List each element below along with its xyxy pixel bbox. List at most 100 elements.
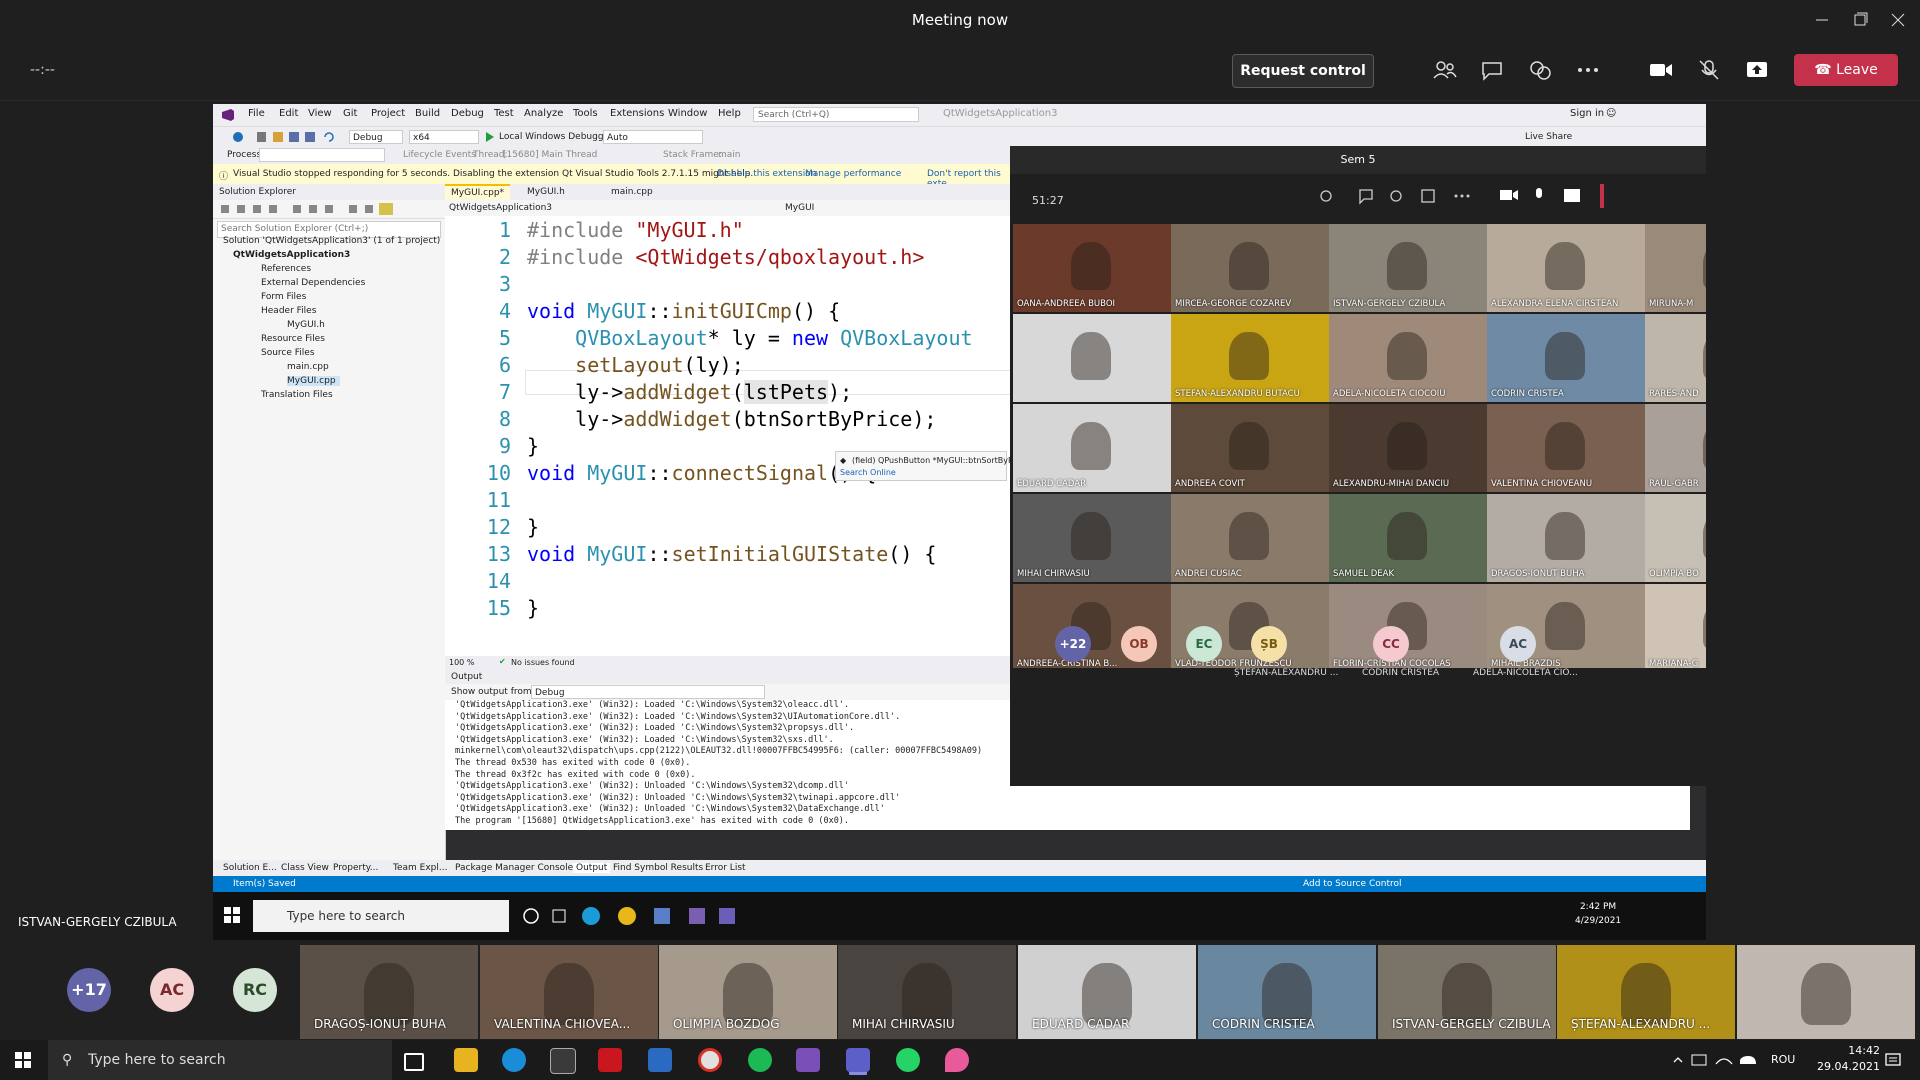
tab-error-list[interactable]: Error List: [705, 863, 746, 873]
tree-mygui-cpp[interactable]: MyGUI.cpp: [287, 376, 340, 386]
menu-test[interactable]: Test: [494, 108, 514, 119]
strip-video-tile[interactable]: OLIMPIA BOZDOG: [659, 945, 837, 1039]
solution-toolbar-icons[interactable]: [213, 200, 413, 218]
code-editor[interactable]: 1 2 3 4 5 6 7 8 9 10 11 12 13 14 15 #inc…: [445, 216, 1013, 656]
nav-project-select[interactable]: QtWidgetsApplication3: [449, 203, 552, 213]
visual-studio-icon[interactable]: [796, 1048, 820, 1072]
tab-solution-explorer[interactable]: Solution E...: [223, 863, 277, 873]
video-tile[interactable]: [1013, 314, 1171, 402]
video-tile[interactable]: EDUARD CADAR: [1013, 404, 1171, 492]
video-tile[interactable]: MIRUNA-M: [1645, 224, 1706, 312]
strip-video-tile[interactable]: CODRIN CRISTEA: [1198, 945, 1376, 1039]
video-tile[interactable]: MIHAI CHIRVASIU: [1013, 494, 1171, 582]
nav-class-select[interactable]: MyGUI: [785, 203, 814, 213]
inner-toolbar-icons[interactable]: [1310, 184, 1690, 208]
menu-build[interactable]: Build: [415, 108, 440, 119]
system-clock[interactable]: 14:42 29.04.2021: [1817, 1043, 1880, 1075]
windows-start-icon[interactable]: [223, 906, 241, 924]
notifications-icon[interactable]: [1884, 1051, 1902, 1069]
chrome-icon[interactable]: [698, 1048, 722, 1072]
issues-status[interactable]: No issues found: [511, 658, 575, 667]
strip-video-tile[interactable]: EDUARD CADAR: [1018, 945, 1196, 1039]
tree-references[interactable]: References: [261, 264, 311, 274]
video-tile[interactable]: MARIANA-G: [1645, 584, 1706, 668]
thread-value[interactable]: [15680] Main Thread: [503, 150, 597, 160]
tree-solution[interactable]: Solution 'QtWidgetsApplication3' (1 of 1…: [223, 236, 440, 246]
video-tile[interactable]: VALENTINA CHIOVEANU: [1487, 404, 1645, 492]
shared-taskbar-search[interactable]: Type here to search: [253, 900, 509, 932]
menu-tools[interactable]: Tools: [573, 108, 598, 119]
start-icon[interactable]: [14, 1051, 32, 1069]
tree-main-cpp[interactable]: main.cpp: [287, 362, 329, 372]
tree-mygui-h[interactable]: MyGUI.h: [287, 320, 325, 330]
video-tile[interactable]: OLIMPIA BO: [1645, 494, 1706, 582]
teams-icon[interactable]: [846, 1048, 870, 1072]
process-select[interactable]: [259, 148, 385, 162]
more-participants[interactable]: +22: [1055, 626, 1091, 662]
manage-performance-link[interactable]: Manage performance: [805, 169, 901, 179]
tab-team-explorer[interactable]: Team Expl...: [393, 863, 447, 873]
edge-icon[interactable]: [502, 1048, 526, 1072]
strip-video-tile[interactable]: MIHAI CHIRVASIU: [838, 945, 1016, 1039]
menu-git[interactable]: Git: [343, 108, 357, 119]
task-view-icon[interactable]: [404, 1053, 424, 1071]
live-share-button[interactable]: Live Share: [1525, 132, 1572, 142]
video-tile[interactable]: RAUL-GABR: [1645, 404, 1706, 492]
video-tile[interactable]: ANDREEA COVIT: [1171, 404, 1329, 492]
language-indicator[interactable]: ROU: [1771, 1053, 1795, 1066]
zoom-level[interactable]: 100 %: [449, 658, 474, 667]
minimize-icon[interactable]: [1804, 6, 1840, 34]
share-screen-icon[interactable]: [1744, 58, 1770, 82]
strip-video-tile[interactable]: ȘTEFAN-ALEXANDRU ...: [1557, 945, 1735, 1039]
menu-extensions[interactable]: Extensions: [610, 108, 664, 119]
tree-external-deps[interactable]: External Dependencies: [261, 278, 365, 288]
video-tile[interactable]: CODRIN CRISTEA: [1487, 314, 1645, 402]
debugger-button[interactable]: Local Windows Debugger: [499, 132, 613, 142]
vs-search-input[interactable]: Search (Ctrl+Q): [753, 107, 919, 122]
video-tile[interactable]: STEFAN-ALEXANDRU BUTACU: [1171, 314, 1329, 402]
video-tile[interactable]: ADELA-NICOLETA CIOCOIU: [1329, 314, 1487, 402]
lifecycle-events[interactable]: Lifecycle Events: [403, 150, 476, 160]
tab-output[interactable]: Output: [573, 863, 611, 873]
disable-extension-link[interactable]: Disable this extension: [717, 169, 816, 179]
breakout-rooms-icon[interactable]: [1527, 58, 1553, 82]
output-source-select[interactable]: Debug: [531, 685, 765, 699]
config-select[interactable]: Debug: [349, 130, 403, 144]
tree-form-files[interactable]: Form Files: [261, 292, 306, 302]
tab-main-cpp[interactable]: main.cpp: [605, 185, 659, 200]
paint-icon[interactable]: [945, 1048, 969, 1072]
search-online-link[interactable]: Search Online: [840, 468, 896, 477]
leave-button[interactable]: ☎ Leave: [1794, 54, 1898, 86]
video-tile[interactable]: RARES-AND: [1645, 314, 1706, 402]
tree-header-files[interactable]: Header Files: [261, 306, 316, 316]
shared-taskbar-apps-icon[interactable]: [519, 904, 739, 928]
add-source-control[interactable]: Add to Source Control: [1303, 879, 1402, 889]
back-icon[interactable]: [231, 131, 245, 143]
video-tile[interactable]: DRAGOS-IONUT BUHA: [1487, 494, 1645, 582]
video-tile[interactable]: ALEXANDRA ELENA CIRSTEAN: [1487, 224, 1645, 312]
menu-view[interactable]: View: [308, 108, 332, 119]
tab-mygui-cpp[interactable]: MyGUI.cpp*: [445, 184, 511, 201]
strip-video-tile[interactable]: VALENTINA CHIOVEA...: [480, 945, 658, 1039]
taskbar-search-input[interactable]: ⚲ Type here to search: [48, 1040, 392, 1080]
menu-help[interactable]: Help: [718, 108, 741, 119]
sign-in-link[interactable]: Sign in: [1570, 108, 1604, 119]
video-tile[interactable]: ALEXANDRU-MIHAI DANCIU: [1329, 404, 1487, 492]
video-tile[interactable]: ISTVAN-GERGELY CZIBULA: [1329, 224, 1487, 312]
whatsapp-icon[interactable]: [896, 1048, 920, 1072]
more-actions-icon[interactable]: [1575, 58, 1601, 82]
spotify-icon[interactable]: [748, 1048, 772, 1072]
tab-property[interactable]: Property...: [333, 863, 378, 873]
tree-project[interactable]: QtWidgetsApplication3: [233, 250, 350, 260]
auto-select[interactable]: Auto: [603, 130, 703, 144]
tab-class-view[interactable]: Class View: [281, 863, 329, 873]
request-control-button[interactable]: Request control: [1232, 54, 1374, 88]
tree-source-files[interactable]: Source Files: [261, 348, 315, 358]
file-actions-icon[interactable]: [255, 131, 345, 143]
chat-icon[interactable]: [1479, 58, 1505, 82]
menu-window[interactable]: Window: [668, 108, 707, 119]
video-tile[interactable]: ANDREI CUSIAC: [1171, 494, 1329, 582]
strip-video-tile[interactable]: ISTVAN-GERGELY CZIBULA: [1378, 945, 1556, 1039]
restore-icon[interactable]: [1842, 6, 1878, 34]
strip-video-tile[interactable]: [1737, 945, 1915, 1039]
